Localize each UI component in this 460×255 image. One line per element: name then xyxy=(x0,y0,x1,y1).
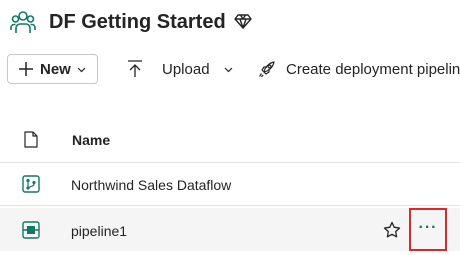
create-deployment-pipeline-button[interactable]: Create deployment pipeline xyxy=(258,56,460,82)
row-name[interactable]: Northwind Sales Dataflow xyxy=(71,176,231,194)
workspace-icon xyxy=(9,8,37,36)
new-button-label: New xyxy=(40,60,71,78)
dataflow-icon xyxy=(22,175,40,193)
name-column-header[interactable]: Name xyxy=(72,132,110,149)
chevron-down-icon xyxy=(77,65,86,74)
diamond-icon[interactable] xyxy=(234,12,252,30)
create-deployment-pipeline-label: Create deployment pipeline xyxy=(286,60,460,78)
plus-icon xyxy=(19,62,33,76)
star-icon[interactable] xyxy=(383,221,401,239)
upload-button[interactable]: Upload xyxy=(127,56,233,82)
chevron-down-icon xyxy=(224,65,233,74)
table-divider xyxy=(0,205,460,206)
rocket-icon xyxy=(258,60,276,78)
row-name[interactable]: pipeline1 xyxy=(71,222,127,240)
more-options-button[interactable]: ··· xyxy=(409,208,447,251)
pipeline-icon xyxy=(22,221,40,239)
upload-button-label: Upload xyxy=(162,60,210,78)
workspace-title: DF Getting Started xyxy=(49,11,226,33)
more-options-icon: ··· xyxy=(418,218,438,236)
upload-icon xyxy=(127,60,143,78)
file-icon xyxy=(24,131,38,148)
new-button[interactable]: New xyxy=(7,54,98,84)
